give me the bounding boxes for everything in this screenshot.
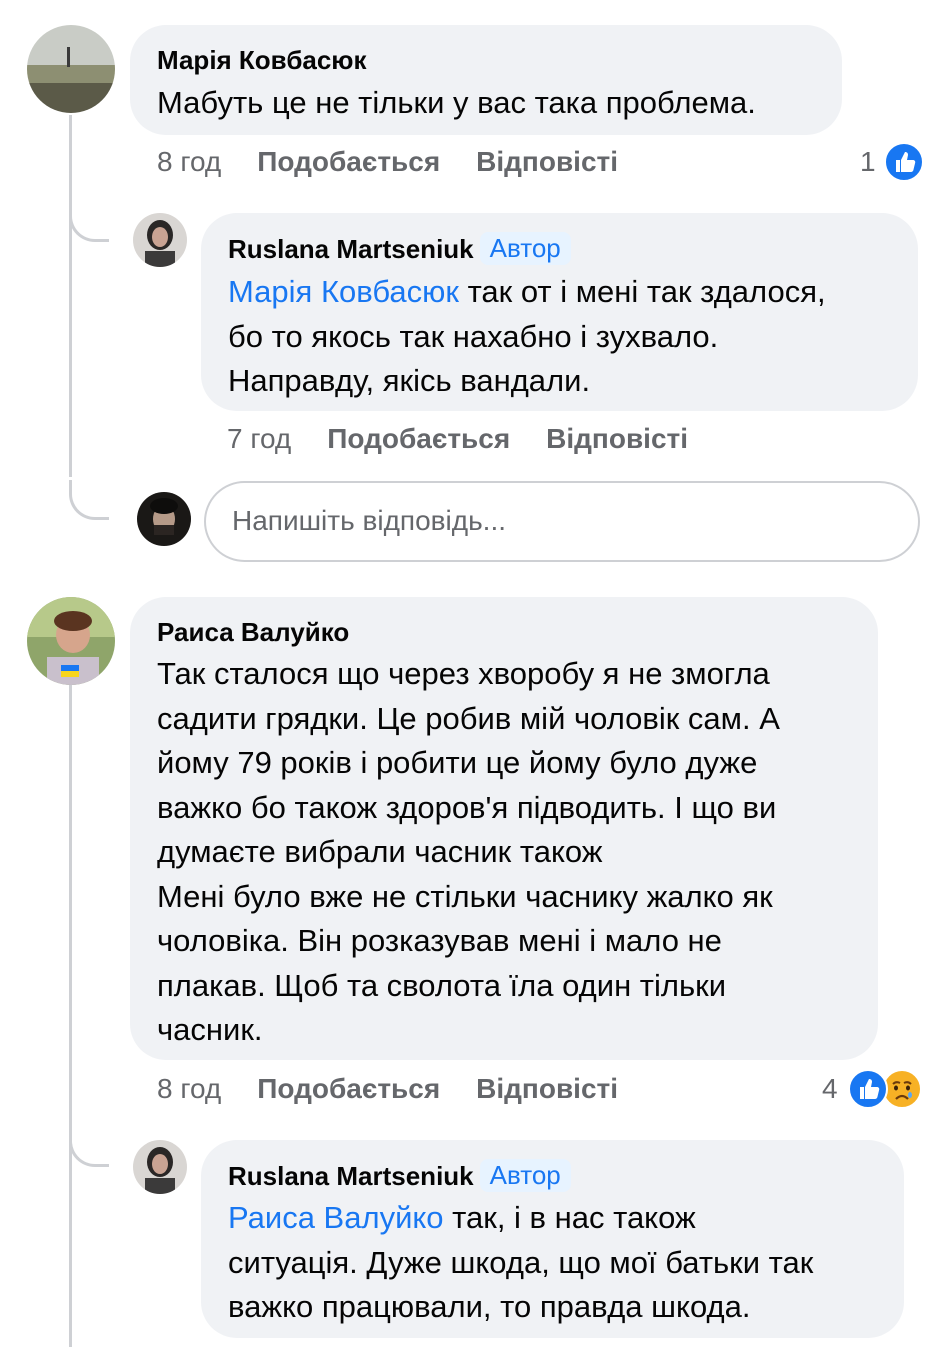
comment-line: плакав. Щоб та сволота їла один тільки <box>157 967 727 1003</box>
comment-author-line: Ruslana Martseniuk Автор <box>228 1159 571 1192</box>
author-badge: Автор <box>479 1159 571 1192</box>
thread-line-1 <box>69 115 72 477</box>
avatar[interactable] <box>133 213 187 267</box>
reply-input[interactable]: Напишіть відповідь... <box>204 481 920 562</box>
comment-bubble: Раиса Валуйко Так сталося що через хворо… <box>130 597 878 1060</box>
reply-button[interactable]: Відповісті <box>476 1073 618 1104</box>
comment-line: думаєте вибрали часник також <box>157 834 603 869</box>
comment-actions: 8 год Подобається Відповісті <box>157 1073 654 1105</box>
comment-line: Направду, якісь вандали. <box>228 363 591 398</box>
comment-author[interactable]: Ruslana Martseniuk <box>228 1161 474 1191</box>
avatar[interactable] <box>27 25 115 113</box>
comment-author[interactable]: Раиса Валуйко <box>157 617 349 648</box>
thread-line-2 <box>69 685 72 1347</box>
mention-link[interactable]: Марія Ковбасюк <box>228 274 459 309</box>
comment-line: чоловіка. Він розказував мені і мало не <box>157 923 722 958</box>
comment-bubble: Ruslana Martseniuk Автор Раиса Валуйко та… <box>201 1140 904 1338</box>
comment-bubble: Марія Ковбасюк Мабуть це не тільки у вас… <box>130 25 842 135</box>
reply-button[interactable]: Відповісті <box>476 146 618 177</box>
reply-input-placeholder: Напишіть відповідь... <box>232 505 506 536</box>
comment-line: Мені було вже не стільки часнику жалко я… <box>157 878 773 914</box>
like-reaction-icon <box>884 142 924 182</box>
comment-line: часник. <box>157 1012 263 1047</box>
comment-line: важко працювали, то правда шкода. <box>228 1289 751 1324</box>
thread-curve-3 <box>69 1127 109 1167</box>
like-button[interactable]: Подобається <box>257 1073 440 1104</box>
comment-actions: 7 год Подобається Відповісті <box>227 423 724 455</box>
reaction-count[interactable]: 1 <box>860 146 876 178</box>
avatar[interactable] <box>27 597 115 685</box>
comment-line-text: так от і мені так здалося, <box>458 274 826 309</box>
author-badge: Автор <box>479 232 571 265</box>
comment-line: важко бо також здоров'я підводить. І що … <box>157 789 777 825</box>
comment-line-text: так, і в нас також <box>443 1200 696 1235</box>
comment-line: бо то якось так нахабно і зухвало. <box>228 318 719 354</box>
comment-bubble: Ruslana Martseniuk Автор Марія Ковбасюк т… <box>201 213 918 411</box>
comment-line: Так сталося що через хворобу я не змогла <box>157 656 770 691</box>
thread-curve-2 <box>69 480 109 520</box>
comment-line: Раиса Валуйко так, і в нас також <box>228 1196 813 1241</box>
like-reaction-icon <box>848 1069 888 1109</box>
comment-text: Марія Ковбасюк так от і мені так здалося… <box>228 270 826 404</box>
thread-curve-1 <box>69 202 109 242</box>
comment-text: Мабуть це не тільки у вас така проблема. <box>157 85 756 120</box>
like-button[interactable]: Подобається <box>327 423 510 454</box>
avatar[interactable] <box>133 1140 187 1194</box>
like-button[interactable]: Подобається <box>257 146 440 177</box>
comment-author-line: Ruslana Martseniuk Автор <box>228 232 571 265</box>
reply-button[interactable]: Відповісті <box>546 423 688 454</box>
comment-text: Так сталося що через хворобу я не змогла… <box>157 652 780 1053</box>
avatar <box>137 492 191 546</box>
comment-line: йому 79 років і робити це йому було дуже <box>157 745 758 780</box>
comment-actions: 8 год Подобається Відповісті <box>157 146 654 178</box>
sad-reaction-icon <box>882 1069 922 1109</box>
comment-author[interactable]: Ruslana Martseniuk <box>228 234 474 264</box>
comment-text: Раиса Валуйко так, і в нас також ситуаці… <box>228 1196 813 1330</box>
comment-author[interactable]: Марія Ковбасюк <box>157 45 367 76</box>
comment-line: ситуація. Дуже шкода, що мої батьки так <box>228 1244 814 1280</box>
comment-time[interactable]: 8 год <box>157 146 221 177</box>
reaction-count[interactable]: 4 <box>822 1073 838 1105</box>
mention-link[interactable]: Раиса Валуйко <box>228 1200 444 1235</box>
comment-time[interactable]: 8 год <box>157 1073 221 1104</box>
comment-line: Марія Ковбасюк так от і мені так здалося… <box>228 270 826 315</box>
comment-time[interactable]: 7 год <box>227 423 291 454</box>
comment-line: садити грядки. Це робив мій чоловік сам.… <box>157 700 780 736</box>
